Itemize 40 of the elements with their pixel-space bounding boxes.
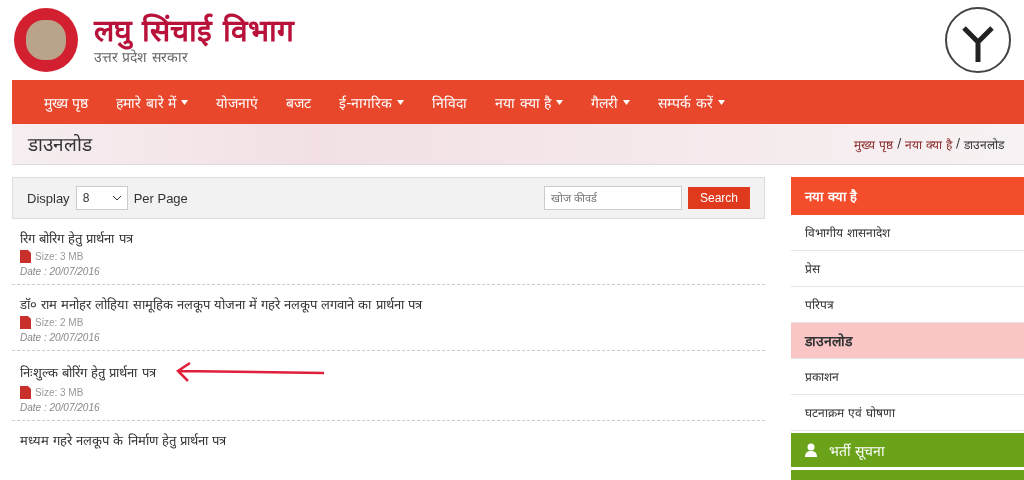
breadcrumb-link[interactable]: मुख्य पृष्ठ — [854, 135, 894, 153]
nav-item[interactable]: योजनाएं — [202, 92, 273, 112]
document-date: Date : 20/07/2016 — [20, 402, 101, 413]
nav-item[interactable]: बजट — [272, 92, 326, 112]
breadcrumb-separator: / — [955, 135, 960, 152]
nav-item[interactable]: गैलरी — [577, 92, 645, 112]
document-title[interactable]: मध्यम गहरे नलकूप के निर्माण हेतु प्रार्थना पत्र — [20, 431, 226, 449]
file-size: Size: 2 MB — [35, 317, 84, 328]
file-size: Size: 3 MB — [35, 251, 84, 262]
nav-item[interactable]: हमारे बारे में — [102, 92, 203, 112]
department-logo — [12, 6, 80, 74]
user-icon — [805, 443, 817, 457]
search-button[interactable]: Search — [687, 187, 750, 209]
breadcrumb-link[interactable]: नया क्या है — [905, 135, 952, 153]
display-label: Display — [27, 190, 70, 206]
site-subtitle: उत्तर प्रदेश सरकार — [94, 49, 189, 66]
nav-item[interactable]: निविदा — [418, 92, 482, 112]
document-title[interactable]: डॉ० राम मनोहर लोहिया सामूहिक नलकूप योजना में गहरे नलकूप लगवाने का प्रार्थना पत्र — [20, 295, 422, 313]
document-title[interactable]: निःशुल्क बोरिंग हेतु प्रार्थना पत्र — [20, 363, 156, 381]
nav-item[interactable]: नया क्या है — [481, 92, 578, 112]
document-date: Date : 20/07/2016 — [20, 266, 101, 277]
per-page-select[interactable]: 8 — [75, 186, 128, 210]
sidebar-heading: नया क्या है — [791, 177, 1024, 215]
document-date: Date : 20/07/2016 — [20, 332, 101, 343]
document-title[interactable]: रिग बोरिग हेतु प्रार्थना पत्र — [20, 229, 133, 247]
pdf-icon — [20, 316, 31, 329]
breadcrumb-current: डाउनलोड — [964, 136, 1004, 153]
nav-item[interactable]: सम्पर्क करें — [644, 92, 739, 112]
chevron-icon — [112, 195, 121, 201]
nav-item[interactable]: ई-नागरिक — [325, 92, 419, 112]
per-page-label: Per Page — [133, 190, 188, 206]
search-field[interactable]: खोज कीवर्ड — [543, 186, 682, 210]
file-size: Size: 3 MB — [35, 387, 84, 398]
breadcrumb-separator: / — [897, 135, 902, 152]
page-title: डाउनलोड — [28, 132, 92, 157]
pdf-icon — [20, 386, 31, 399]
sidebar-item[interactable]: डाउनलोड — [791, 323, 1024, 359]
nav-item[interactable]: मुख्य पृष्ठ — [30, 92, 103, 112]
state-emblem — [944, 6, 1012, 74]
pdf-icon — [20, 250, 31, 263]
